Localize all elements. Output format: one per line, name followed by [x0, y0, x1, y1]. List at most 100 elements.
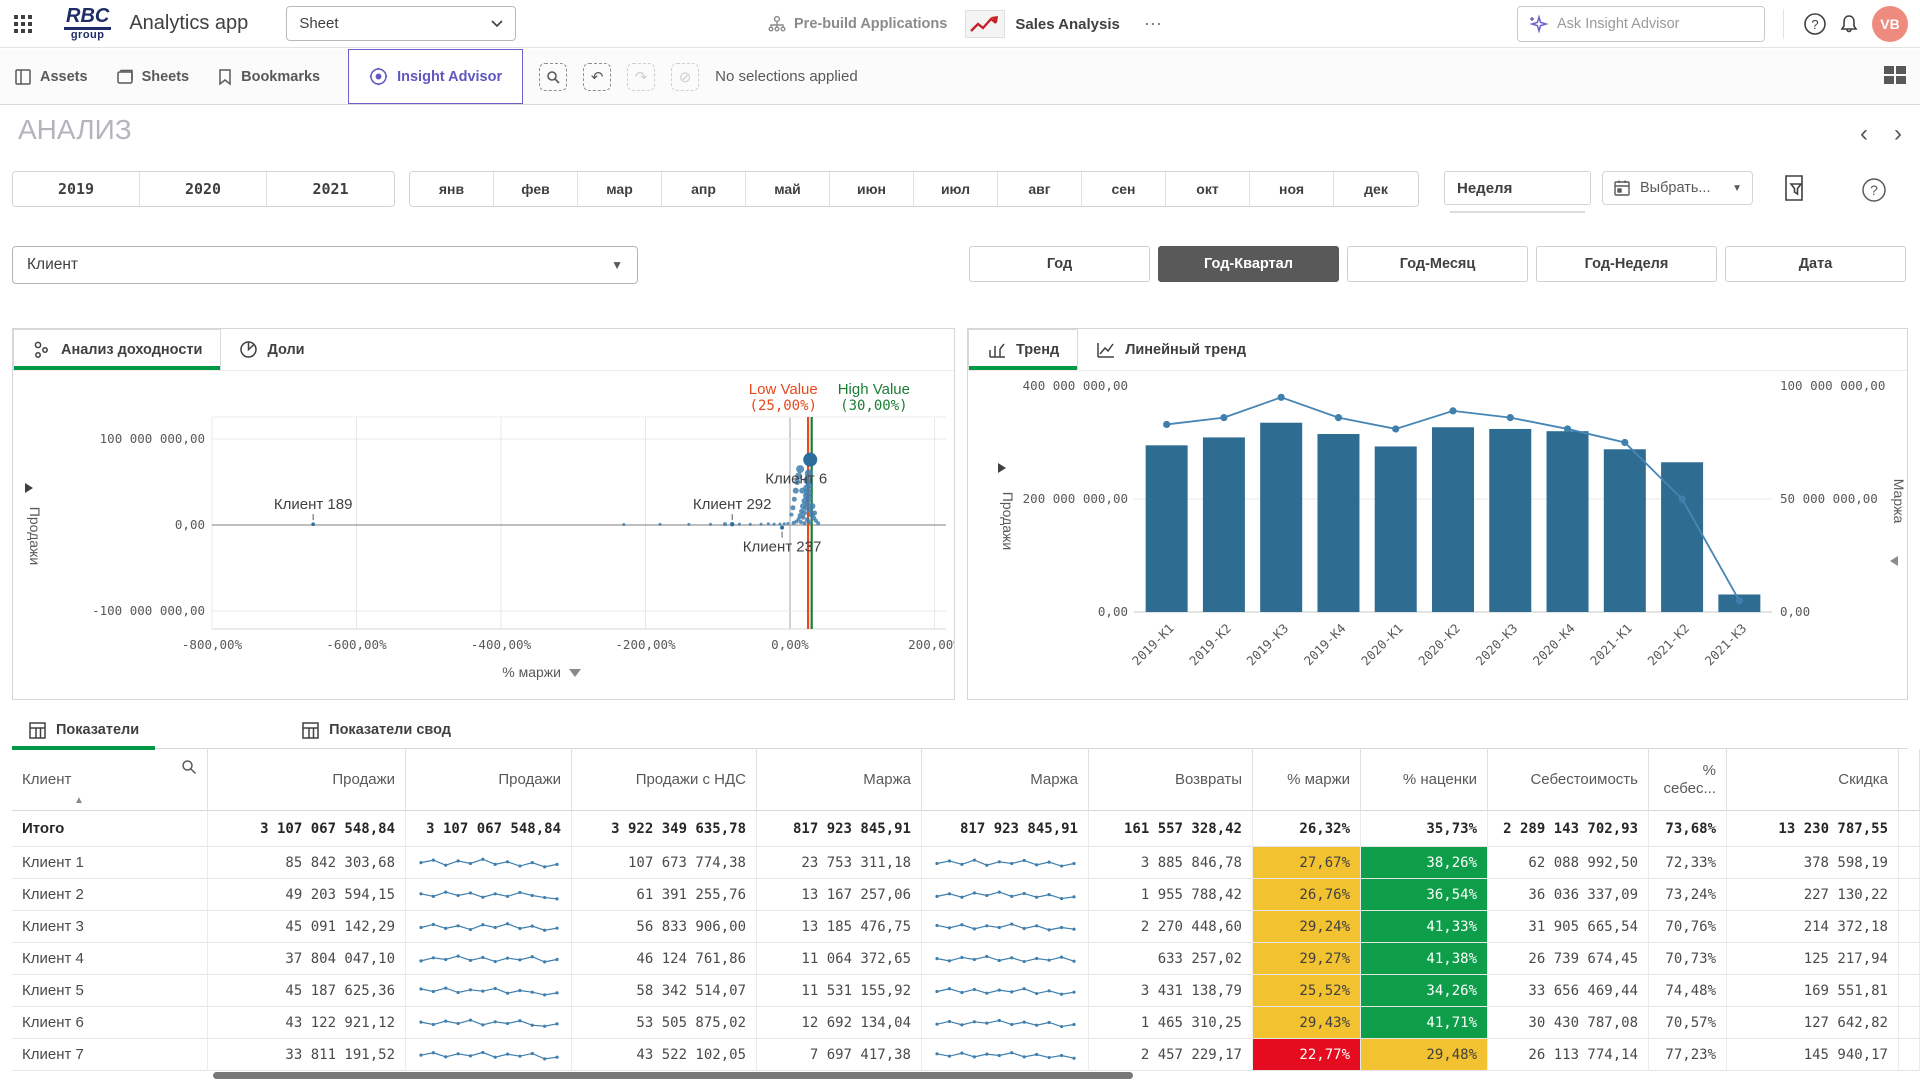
cell-markup_pct[interactable]: 29,48% [1361, 1039, 1488, 1071]
cell-returns[interactable]: 3 885 846,78 [1089, 847, 1253, 879]
smart-search-selections-icon[interactable] [539, 63, 567, 91]
table-row-1[interactable]: Клиент 185 842 303,68107 673 774,3823 75… [12, 847, 1908, 879]
cell-returns[interactable]: 2 270 448,60 [1089, 911, 1253, 943]
cell-markup_pct[interactable]: 41,71% [1361, 1007, 1488, 1039]
cell-sales_spark[interactable] [406, 847, 572, 879]
filter-pane-icon[interactable] [1782, 174, 1806, 207]
cell-cost_pct[interactable]: 73,24% [1649, 879, 1727, 911]
cell-margin[interactable]: 12 692 134,04 [757, 1007, 922, 1039]
cell-cost_pct[interactable]: 70,73% [1649, 943, 1727, 975]
filter-month-12[interactable]: дек [1334, 172, 1418, 206]
table-row-2[interactable]: Клиент 249 203 594,1561 391 255,7613 167… [12, 879, 1908, 911]
cell-extra[interactable] [1899, 1007, 1920, 1039]
week-filter-listbox[interactable]: Неделя [1444, 171, 1591, 205]
cell-margin[interactable]: 13 185 476,75 [757, 911, 922, 943]
insight-advisor-search[interactable] [1517, 6, 1765, 42]
more-menu-icon[interactable]: ⋯ [1138, 14, 1170, 35]
filter-month-8[interactable]: авг [998, 172, 1082, 206]
table-row-3[interactable]: Клиент 345 091 142,2956 833 906,0013 185… [12, 911, 1908, 943]
tab-indicators-summary[interactable]: Показатели свод [285, 712, 467, 748]
cell-returns[interactable]: 2 457 229,17 [1089, 1039, 1253, 1071]
filter-month-9[interactable]: сен [1082, 172, 1166, 206]
date-picker-dropdown[interactable]: Выбрать... ▼ [1602, 171, 1753, 205]
cell-margin_spark[interactable] [922, 975, 1089, 1007]
filter-month-2[interactable]: фев [494, 172, 578, 206]
table-row-6[interactable]: Клиент 643 122 921,1253 505 875,0212 692… [12, 1007, 1908, 1039]
cell-margin_pct[interactable]: 22,77% [1253, 1039, 1361, 1071]
bookmarks-button[interactable]: Bookmarks [203, 49, 334, 104]
granularity-button-1[interactable]: Год [969, 246, 1150, 282]
cell-margin[interactable]: 11 064 372,65 [757, 943, 922, 975]
table-row-4[interactable]: Клиент 437 804 047,1046 124 761,8611 064… [12, 943, 1908, 975]
tab-profit-analysis[interactable]: Анализ доходности [13, 329, 221, 370]
cell-cost[interactable]: 36 036 337,09 [1488, 879, 1649, 911]
column-header-extra[interactable] [1899, 749, 1920, 811]
cell-client[interactable]: Клиент 5 [12, 975, 208, 1007]
cell-extra[interactable] [1899, 911, 1920, 943]
cell-sales_vat[interactable]: 58 342 514,07 [572, 975, 757, 1007]
filter-month-3[interactable]: мар [578, 172, 662, 206]
tab-indicators[interactable]: Показатели [12, 712, 155, 748]
column-header-sales_vat[interactable]: Продажи с НДС [572, 749, 757, 811]
cell-sales[interactable]: 45 091 142,29 [208, 911, 406, 943]
cell-sales[interactable]: 43 122 921,12 [208, 1007, 406, 1039]
cell-returns[interactable]: 3 431 138,79 [1089, 975, 1253, 1007]
cell-client[interactable]: Клиент 7 [12, 1039, 208, 1071]
table-row-7[interactable]: Клиент 733 811 191,5243 522 102,057 697 … [12, 1039, 1908, 1071]
next-sheet-button[interactable]: › [1894, 122, 1902, 146]
client-dropdown[interactable]: Клиент ▼ [12, 246, 638, 284]
column-header-sales_spark[interactable]: Продажи [406, 749, 572, 811]
tab-trend[interactable]: Тренд [968, 329, 1078, 370]
granularity-button-2[interactable]: Год-Квартал [1158, 246, 1339, 282]
cell-extra[interactable] [1899, 879, 1920, 911]
cell-cost[interactable]: 26 739 674,45 [1488, 943, 1649, 975]
cell-margin_pct[interactable]: 27,67% [1253, 847, 1361, 879]
trend-combo-chart[interactable]: 400 000 000,00200 000 000,000,00100 000 … [968, 371, 1907, 699]
cell-sales_vat[interactable]: 43 522 102,05 [572, 1039, 757, 1071]
notifications-bell-icon[interactable] [1832, 7, 1866, 41]
cell-discount[interactable]: 378 598,19 [1727, 847, 1899, 879]
cell-sales_vat[interactable]: 46 124 761,86 [572, 943, 757, 975]
column-header-markup_pct[interactable]: % наценки [1361, 749, 1488, 811]
cell-margin_pct[interactable]: 25,52% [1253, 975, 1361, 1007]
cell-markup_pct[interactable]: 36,54% [1361, 879, 1488, 911]
help-icon[interactable]: ? [1798, 7, 1832, 41]
cell-discount[interactable]: 169 551,81 [1727, 975, 1899, 1007]
tab-shares[interactable]: Доли [221, 329, 322, 370]
prebuild-applications-link[interactable]: Pre-build Applications [768, 15, 947, 33]
cell-sales_spark[interactable] [406, 879, 572, 911]
sort-ascending-icon[interactable]: ▲ [74, 795, 84, 807]
cell-sales_spark[interactable] [406, 943, 572, 975]
cell-sales_spark[interactable] [406, 975, 572, 1007]
cell-client[interactable]: Клиент 3 [12, 911, 208, 943]
sheets-button[interactable]: Sheets [102, 49, 204, 104]
granularity-button-4[interactable]: Год-Неделя [1536, 246, 1717, 282]
cell-cost[interactable]: 31 905 665,54 [1488, 911, 1649, 943]
filter-month-6[interactable]: июн [830, 172, 914, 206]
column-header-discount[interactable]: Скидка [1727, 749, 1899, 811]
table-row-5[interactable]: Клиент 545 187 625,3658 342 514,0711 531… [12, 975, 1908, 1007]
cell-margin_pct[interactable]: 29,24% [1253, 911, 1361, 943]
cell-margin_spark[interactable] [922, 911, 1089, 943]
cell-markup_pct[interactable]: 38,26% [1361, 847, 1488, 879]
sheet-help-icon[interactable]: ? [1860, 176, 1888, 209]
prev-sheet-button[interactable]: ‹ [1860, 122, 1868, 146]
undo-selection-icon[interactable]: ↶ [583, 63, 611, 91]
cell-margin_spark[interactable] [922, 879, 1089, 911]
tab-linear-trend[interactable]: Линейный тренд [1078, 329, 1264, 370]
cell-discount[interactable]: 227 130,22 [1727, 879, 1899, 911]
cell-sales[interactable]: 45 187 625,36 [208, 975, 406, 1007]
table-horizontal-scrollbar[interactable] [213, 1072, 1133, 1079]
filter-month-4[interactable]: апр [662, 172, 746, 206]
granularity-button-3[interactable]: Год-Месяц [1347, 246, 1528, 282]
cell-sales_spark[interactable] [406, 911, 572, 943]
cell-returns[interactable]: 1 955 788,42 [1089, 879, 1253, 911]
cell-cost[interactable]: 26 113 774,14 [1488, 1039, 1649, 1071]
cell-sales[interactable]: 37 804 047,10 [208, 943, 406, 975]
cell-sales_vat[interactable]: 53 505 875,02 [572, 1007, 757, 1039]
insight-advisor-button[interactable]: Insight Advisor [348, 49, 523, 104]
cell-cost_pct[interactable]: 70,76% [1649, 911, 1727, 943]
filter-month-11[interactable]: ноя [1250, 172, 1334, 206]
sales-analysis-app[interactable]: Sales Analysis [965, 10, 1120, 38]
cell-returns[interactable]: 633 257,02 [1089, 943, 1253, 975]
